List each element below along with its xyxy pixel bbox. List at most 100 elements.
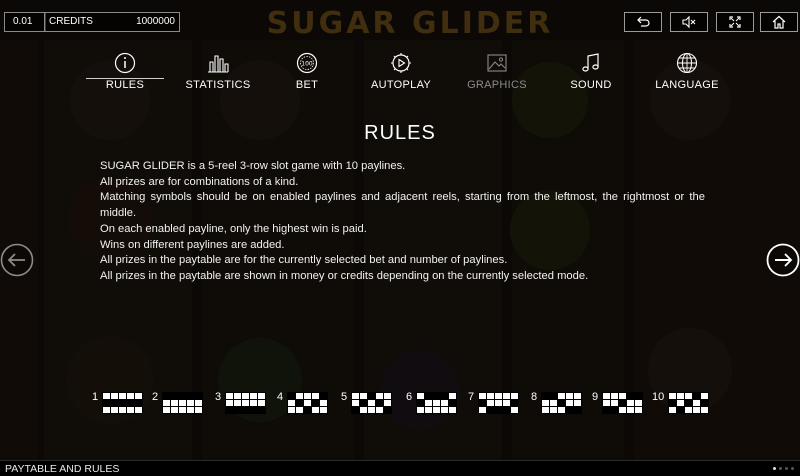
- payline-cell: [684, 392, 693, 400]
- payline-cell: [351, 399, 360, 407]
- active-tab-indicator: [86, 78, 164, 79]
- payline-grid: [541, 392, 582, 414]
- payline-cell-active: [249, 406, 258, 414]
- payline-cell: [618, 406, 627, 414]
- payline-cell: [692, 406, 701, 414]
- payline-cell-active: [126, 399, 135, 407]
- arrow-right-icon: [766, 243, 800, 277]
- payline-cell: [557, 392, 566, 400]
- payline-cell: [432, 406, 441, 414]
- image-icon: [487, 54, 507, 72]
- payline-cell: [610, 399, 619, 407]
- payline-cell: [424, 399, 433, 407]
- payline-cell: [367, 406, 376, 414]
- payline-cell: [634, 399, 643, 407]
- payline-cell: [319, 406, 328, 414]
- rules-line: SUGAR GLIDER is a 5-reel 3-row slot game…: [100, 160, 406, 172]
- payline-cell: [134, 406, 143, 414]
- fullscreen-button[interactable]: [716, 12, 754, 32]
- payline-cell: [134, 392, 143, 400]
- rules-line: Matching symbols should be on enabled pa…: [100, 191, 705, 220]
- payline-cell-active: [257, 406, 266, 414]
- payline-cell: [241, 399, 250, 407]
- payline-cell: [287, 406, 296, 414]
- payline-cell-active: [134, 399, 143, 407]
- tab-statistics[interactable]: STATISTICS: [168, 52, 268, 92]
- payline-cell-active: [602, 406, 611, 414]
- payline-cell: [186, 399, 195, 407]
- tab-rules-label: RULES: [105, 79, 145, 91]
- tab-bet[interactable]: 100 BET: [257, 52, 357, 92]
- payline-cell: [565, 399, 574, 407]
- mute-button[interactable]: [670, 12, 708, 32]
- payline-cell-active: [494, 406, 503, 414]
- payline-cell-active: [610, 406, 619, 414]
- payline-cell-active: [676, 406, 685, 414]
- payline-cell: [549, 399, 558, 407]
- rules-line: All prizes are for combinations of a kin…: [100, 175, 299, 188]
- payline-cell: [494, 399, 503, 407]
- payline-cell: [668, 406, 677, 414]
- payline-cell-active: [178, 392, 187, 400]
- music-note-icon: [582, 53, 599, 72]
- payline-cell-active: [502, 406, 511, 414]
- payline-cell: [676, 399, 685, 407]
- rules-line: On each enabled payline, only the highes…: [100, 222, 367, 235]
- payline-number: 2: [152, 391, 159, 403]
- payline-cell: [602, 399, 611, 407]
- payline-cell-active: [170, 392, 179, 400]
- payline-cell: [626, 406, 635, 414]
- payline-cell-active: [510, 399, 519, 407]
- payline-cell: [602, 392, 611, 400]
- payline-cell: [684, 406, 693, 414]
- payline-cell: [186, 406, 195, 414]
- payline-cell: [359, 392, 368, 400]
- payline-cell: [440, 399, 449, 407]
- fullscreen-icon: [729, 16, 741, 28]
- payline-number: 3: [215, 391, 222, 403]
- payline-cell-active: [684, 399, 693, 407]
- payline-cell: [303, 392, 312, 400]
- tab-graphics[interactable]: GRAPHICS: [447, 52, 547, 92]
- payline-cell: [249, 399, 258, 407]
- tab-rules[interactable]: RULES: [75, 52, 175, 92]
- payline-cell: [618, 392, 627, 400]
- payline-cell: [225, 399, 234, 407]
- payline-cell-active: [440, 392, 449, 400]
- payline-cell: [448, 392, 457, 400]
- home-button[interactable]: [760, 12, 798, 32]
- payline-cell-active: [295, 399, 304, 407]
- next-page-button[interactable]: [766, 243, 800, 277]
- payline-cell: [486, 392, 495, 400]
- payline-cell: [257, 399, 266, 407]
- tab-language-label: LANGUAGE: [655, 79, 719, 91]
- payline-cell-active: [359, 399, 368, 407]
- payline-cell-active: [549, 392, 558, 400]
- payline-cell: [257, 392, 266, 400]
- credits-label: CREDITS: [49, 16, 93, 27]
- back-button[interactable]: [624, 12, 662, 32]
- payline-cell-active: [102, 399, 111, 407]
- rules-line: Wins on different paylines are added.: [100, 238, 285, 251]
- page-dot: [791, 467, 794, 470]
- previous-page-button[interactable]: [0, 243, 34, 277]
- payline-cell-active: [416, 399, 425, 407]
- payline-cell: [118, 392, 127, 400]
- payline-cell: [170, 406, 179, 414]
- payline-cell: [700, 406, 709, 414]
- tab-language[interactable]: LANGUAGE: [637, 52, 737, 92]
- tab-sound[interactable]: SOUND: [541, 52, 641, 92]
- tab-autoplay[interactable]: AUTOPLAY: [351, 52, 451, 92]
- payline-cell: [510, 406, 519, 414]
- back-icon: [637, 16, 650, 27]
- payline-number: 1: [92, 391, 99, 403]
- payline-cell: [668, 392, 677, 400]
- page-dot: [785, 467, 788, 470]
- payline-cell-active: [118, 399, 127, 407]
- payline-cell: [126, 392, 135, 400]
- payline-cell: [692, 399, 701, 407]
- payline-cell: [478, 392, 487, 400]
- tab-bet-label: BET: [295, 79, 319, 91]
- payline-cell: [170, 399, 179, 407]
- payline-cell: [225, 392, 234, 400]
